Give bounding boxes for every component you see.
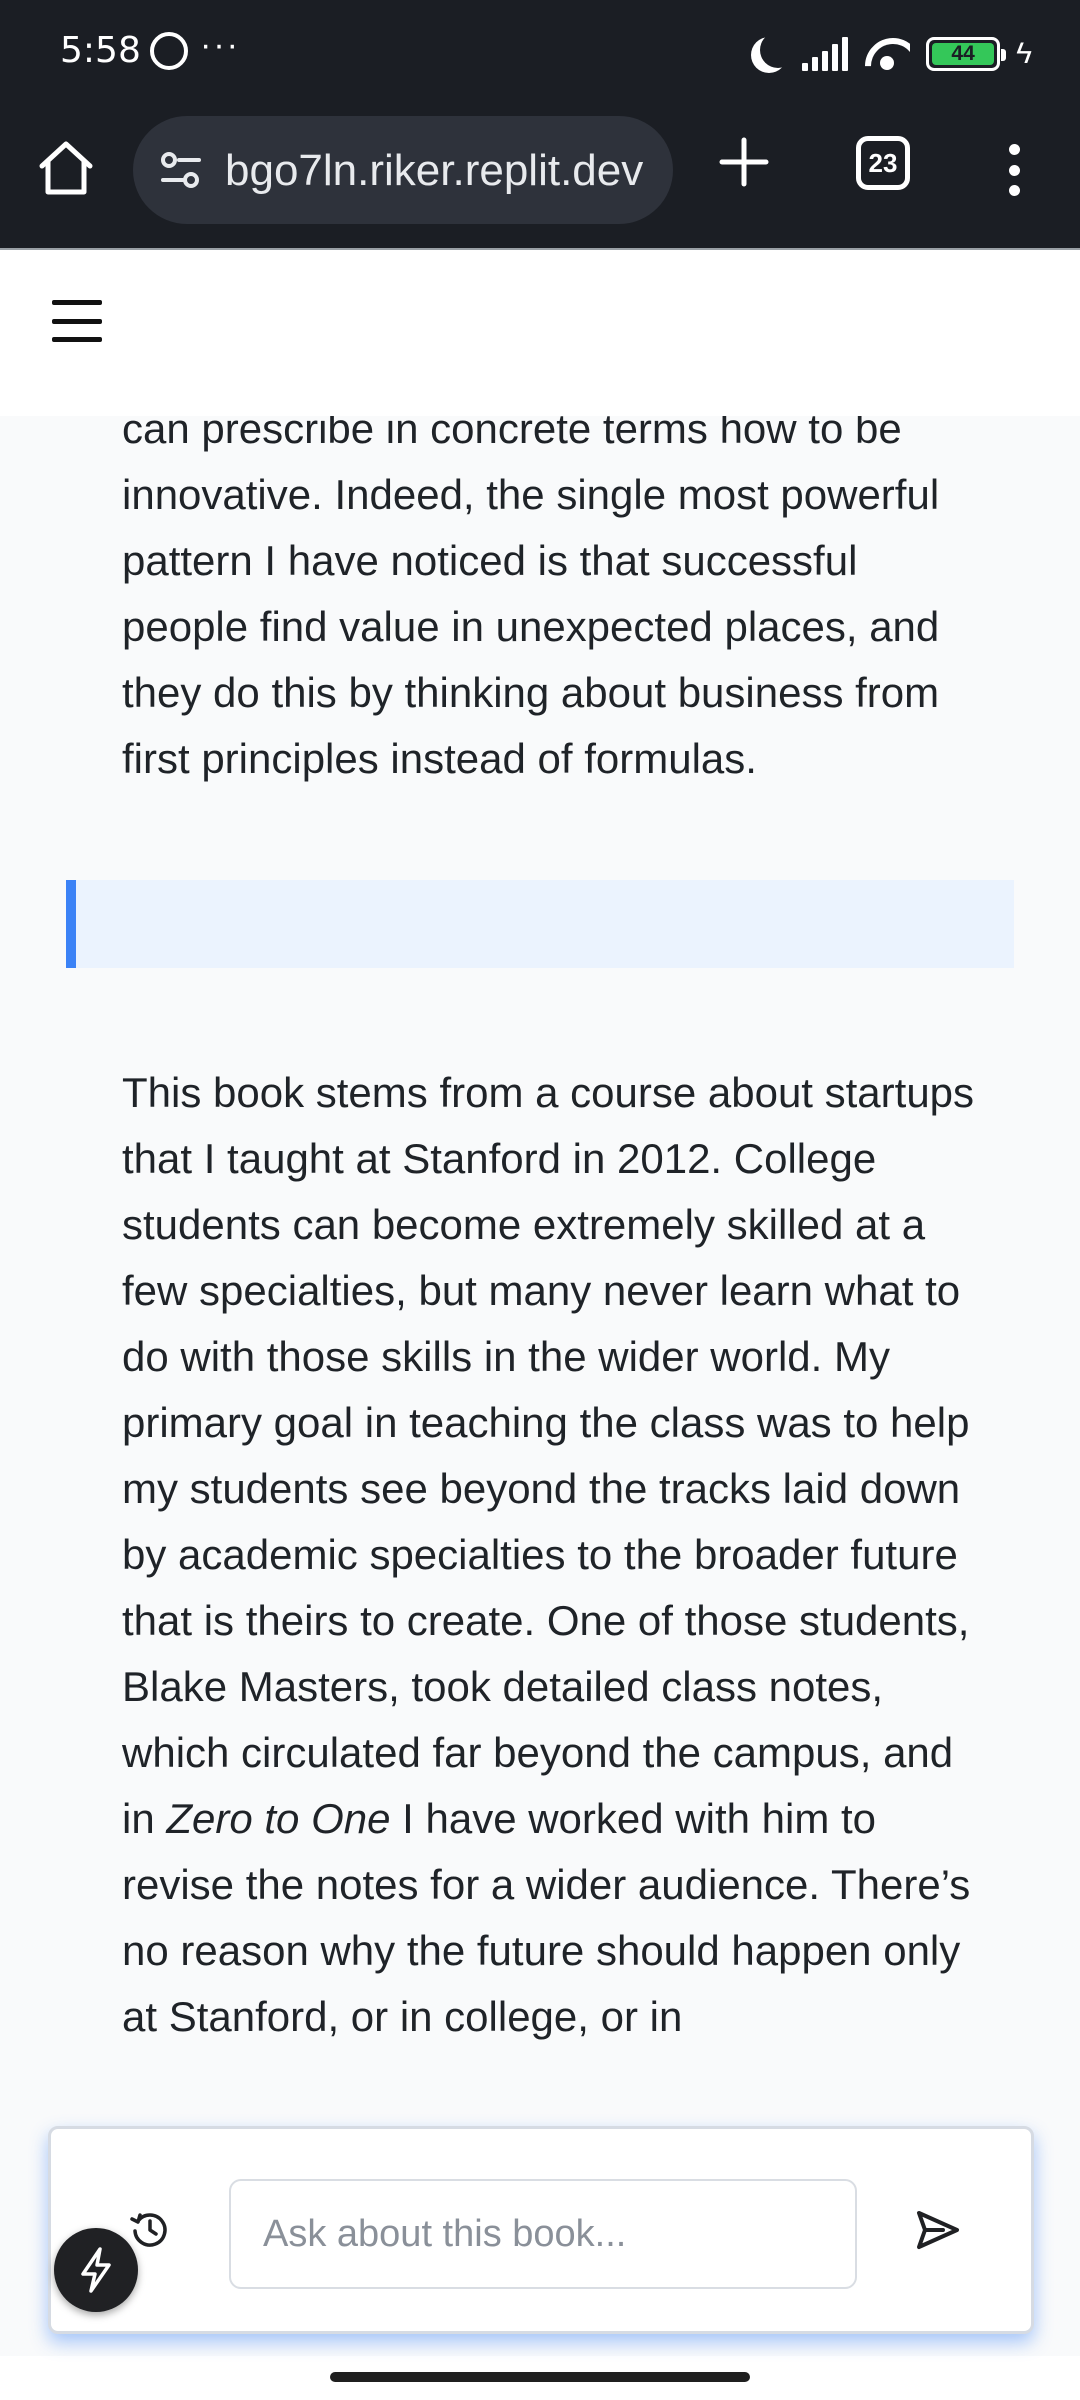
blockquote — [66, 880, 1014, 968]
more-dots-icon: ··· — [200, 26, 240, 64]
battery-level: 44 — [932, 42, 995, 65]
battery-icon: 44 — [926, 37, 1007, 71]
app-header — [0, 248, 1080, 416]
tab-switcher-button[interactable]: 23 — [856, 136, 910, 190]
new-tab-icon[interactable] — [716, 134, 772, 190]
book-content: can prescribe in concrete terms how to b… — [0, 300, 1080, 2120]
status-time: 5:58 — [60, 30, 141, 71]
gesture-handle[interactable] — [330, 2372, 750, 2382]
do-not-disturb-icon — [760, 32, 796, 68]
overflow-menu-icon[interactable] — [1006, 144, 1022, 196]
wifi-icon — [864, 36, 910, 72]
lightning-icon — [81, 2247, 111, 2293]
paragraph: can prescribe in concrete terms how to b… — [122, 405, 940, 782]
status-indicators: 44 ϟ — [750, 30, 1032, 78]
chat-panel — [48, 2126, 1034, 2334]
paragraph-text: This book stems from a course about star… — [122, 1069, 975, 1842]
whatsapp-icon — [150, 32, 188, 70]
tab-count: 23 — [868, 147, 898, 178]
browser-toolbar: bgo7ln.riker.replit.dev 23 — [0, 108, 1080, 248]
status-bar: 5:58 ··· 44 ϟ — [0, 0, 1080, 108]
home-icon[interactable] — [34, 136, 98, 200]
send-icon[interactable] — [913, 2205, 963, 2255]
site-settings-icon[interactable] — [157, 146, 205, 194]
history-icon[interactable] — [129, 2209, 171, 2251]
ask-book-input[interactable] — [229, 2179, 857, 2289]
paragraph: This book stems from a course about star… — [122, 1060, 982, 2050]
charging-icon: ϟ — [1016, 37, 1032, 70]
book-title: Zero to One — [166, 1795, 391, 1842]
hamburger-menu-icon[interactable] — [52, 300, 102, 342]
address-bar[interactable]: bgo7ln.riker.replit.dev — [133, 116, 673, 224]
lightning-button[interactable] — [54, 2228, 138, 2312]
url-text[interactable]: bgo7ln.riker.replit.dev — [225, 146, 643, 196]
signal-icon — [802, 37, 849, 71]
